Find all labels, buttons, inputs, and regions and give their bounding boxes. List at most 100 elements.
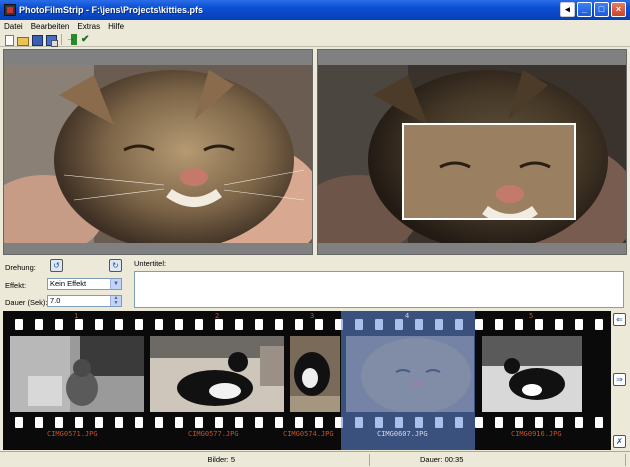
menu-datei[interactable]: Datei	[4, 22, 23, 31]
close-button[interactable]: ×	[611, 2, 626, 17]
open-icon[interactable]	[17, 34, 29, 46]
start-image[interactable]	[4, 65, 312, 243]
save-icon[interactable]	[31, 34, 43, 46]
film-frame[interactable]	[150, 336, 284, 412]
menu-bar: Datei Bearbeiten Extras Hilfe	[0, 20, 630, 33]
sprocket-hole	[95, 417, 103, 428]
frame-number: 2	[215, 312, 220, 320]
sprocket-hole	[295, 319, 303, 330]
sprocket-hole	[15, 417, 23, 428]
duration-spinner[interactable]: 7.0 ▲ ▼	[47, 295, 122, 307]
film-frame[interactable]	[10, 336, 144, 412]
duration-label: Dauer (Sek):	[5, 298, 48, 307]
frame-filename: CIMG0607.JPG	[377, 430, 428, 438]
sprocket-hole	[55, 319, 63, 330]
film-frame[interactable]	[290, 336, 340, 412]
status-image-count: Bilder: 5	[0, 453, 370, 466]
sprocket-hole	[175, 417, 183, 428]
effect-select[interactable]: Kein Effekt ▼	[47, 278, 122, 290]
sprocket-hole	[195, 417, 203, 428]
sprocket-hole	[575, 319, 583, 330]
app-icon	[4, 4, 16, 16]
menu-extras[interactable]: Extras	[77, 22, 100, 31]
start-image-panel[interactable]	[3, 49, 313, 255]
status-bar: Bilder: 5 Dauer: 00:35	[0, 451, 630, 467]
sprocket-hole	[475, 319, 483, 330]
end-image[interactable]	[318, 65, 626, 243]
chevron-down-icon[interactable]: ▼	[110, 279, 121, 289]
sprocket-hole	[535, 319, 543, 330]
subtitle-label: Untertitel:	[134, 259, 167, 268]
frame-filename: CIMG0571.JPG	[47, 430, 98, 438]
sprocket-hole	[215, 319, 223, 330]
sprocket-hole	[275, 319, 283, 330]
sprocket-hole	[595, 319, 603, 330]
move-left-icon[interactable]: ⇐	[613, 313, 626, 326]
sprocket-hole	[255, 319, 263, 330]
sprocket-hole	[35, 319, 43, 330]
subtitle-input[interactable]	[134, 271, 624, 308]
sprocket-hole	[155, 417, 163, 428]
menu-bearbeiten[interactable]: Bearbeiten	[31, 22, 70, 31]
sprocket-hole	[255, 417, 263, 428]
sprocket-hole	[75, 417, 83, 428]
toolbar-separator	[61, 34, 62, 45]
frame-filename: CIMG0574.JPG	[283, 430, 334, 438]
title-bar: PhotoFilmStrip - F:\jens\Projects\kittie…	[0, 0, 630, 20]
crop-rectangle[interactable]	[402, 123, 576, 220]
sprocket-hole	[535, 417, 543, 428]
image-properties: Drehung: ↺ ↻ Effekt: Kein Effekt ▼ Dauer…	[0, 255, 630, 311]
sprocket-hole	[155, 319, 163, 330]
sprocket-hole	[195, 319, 203, 330]
frame-number: 5	[529, 312, 534, 320]
frame-filename: CIMG0916.JPG	[511, 430, 562, 438]
rotation-label: Drehung:	[5, 263, 36, 272]
rotate-right-icon[interactable]: ↻	[109, 259, 122, 272]
film-strip[interactable]: 1 2 3 4 5 CIMG0571.JPG CIMG0577.JPG CIMG…	[3, 311, 611, 450]
sprocket-hole	[555, 319, 563, 330]
sprocket-hole	[495, 417, 503, 428]
sprocket-hole	[15, 319, 23, 330]
sprocket-hole	[135, 417, 143, 428]
maximize-button[interactable]: □	[594, 2, 609, 17]
sprocket-hole	[595, 417, 603, 428]
effect-select-value: Kein Effekt	[50, 279, 87, 288]
rotate-left-icon[interactable]: ↺	[50, 259, 63, 272]
sprocket-hole	[575, 417, 583, 428]
sprocket-hole	[95, 319, 103, 330]
sprocket-hole	[315, 417, 323, 428]
window-title: PhotoFilmStrip - F:\jens\Projects\kittie…	[19, 5, 204, 15]
move-right-icon[interactable]: ⇒	[613, 373, 626, 386]
film-frame[interactable]	[482, 336, 582, 412]
export-icon[interactable]	[66, 33, 78, 45]
sprocket-hole	[215, 417, 223, 428]
back-icon[interactable]: ◂	[560, 2, 575, 17]
sprocket-hole	[55, 417, 63, 428]
frame-number: 4	[405, 312, 410, 320]
remove-icon[interactable]: ✗	[613, 435, 626, 448]
sprocket-hole	[295, 417, 303, 428]
spinner-arrows-icon[interactable]: ▲ ▼	[110, 296, 121, 306]
sprocket-hole	[315, 319, 323, 330]
menu-hilfe[interactable]: Hilfe	[108, 22, 124, 31]
save-as-icon[interactable]	[45, 34, 58, 47]
sprocket-hole	[35, 417, 43, 428]
sprocket-hole	[235, 319, 243, 330]
status-duration: Dauer: 00:35	[370, 453, 626, 466]
sprocket-hole	[515, 319, 523, 330]
sprocket-hole	[275, 417, 283, 428]
frame-filename: CIMG0577.JPG	[188, 430, 239, 438]
effect-label: Effekt:	[5, 281, 27, 290]
sprocket-hole	[175, 319, 183, 330]
frame-number: 1	[74, 312, 79, 320]
minimize-button[interactable]: _	[577, 2, 592, 17]
duration-value: 7.0	[50, 296, 61, 305]
sprocket-hole	[475, 417, 483, 428]
sprocket-hole	[495, 319, 503, 330]
sprocket-hole	[75, 319, 83, 330]
filmstrip-side-buttons: ⇐ ⇒ ✗	[612, 311, 627, 450]
new-icon[interactable]	[3, 34, 14, 46]
end-image-panel[interactable]	[317, 49, 627, 255]
frame-number: 3	[310, 312, 315, 320]
check-icon[interactable]: ✔	[81, 34, 92, 45]
